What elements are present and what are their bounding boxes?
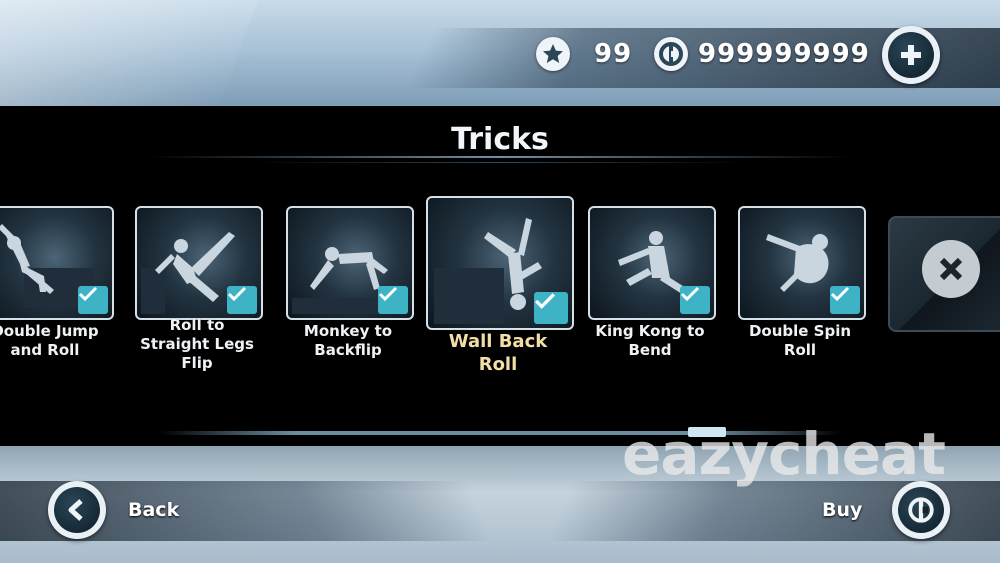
trick-label-roll-to-straight-legs-flip: Roll to Straight Legs Flip xyxy=(140,316,254,372)
watermark: eazycheat xyxy=(622,420,946,488)
plus-icon xyxy=(888,32,934,78)
coin-icon xyxy=(898,487,944,533)
title-divider-secondary xyxy=(250,162,750,163)
trick-label-monkey-to-backflip: Monkey to Backflip xyxy=(303,322,393,359)
owned-check-icon xyxy=(680,286,710,314)
trick-label-wall-back-roll: Wall Back Roll xyxy=(448,331,548,375)
trick-label-double-spin-roll: Double Spin Roll xyxy=(748,322,852,359)
trick-label-double-jump-and-roll: Double Jump and Roll xyxy=(0,322,99,359)
lock-x-icon xyxy=(922,240,980,298)
add-currency-button[interactable] xyxy=(882,26,940,84)
buy-label[interactable]: Buy xyxy=(822,499,862,521)
back-label[interactable]: Back xyxy=(128,499,179,521)
owned-check-icon xyxy=(227,286,257,314)
coins-counter: 999999999 xyxy=(654,34,870,74)
page-title: Tricks xyxy=(451,122,549,157)
stars-value: 99 xyxy=(594,39,633,69)
star-icon xyxy=(536,37,570,71)
trick-card-wall-back-roll[interactable] xyxy=(426,196,574,330)
owned-check-icon xyxy=(830,286,860,314)
stars-counter: 99 xyxy=(536,34,632,74)
back-arrow-icon xyxy=(54,487,100,533)
owned-check-icon xyxy=(534,292,568,324)
coins-value: 999999999 xyxy=(698,39,870,69)
owned-check-icon xyxy=(378,286,408,314)
trick-card-king-kong-to-bend[interactable] xyxy=(588,206,716,320)
back-button[interactable] xyxy=(48,481,106,539)
trick-card-locked[interactable] xyxy=(888,216,1000,332)
buy-button[interactable] xyxy=(892,481,950,539)
title-divider xyxy=(150,156,850,158)
coin-icon xyxy=(654,37,688,71)
trick-card-monkey-to-backflip[interactable] xyxy=(286,206,414,320)
trick-card-double-spin-roll[interactable] xyxy=(738,206,866,320)
trick-label-king-kong-to-bend: King Kong to Bend xyxy=(595,322,705,359)
trick-card-roll-to-straight-legs-flip[interactable] xyxy=(135,206,263,320)
trick-card-double-jump-and-roll[interactable] xyxy=(0,206,114,320)
owned-check-icon xyxy=(78,286,108,314)
